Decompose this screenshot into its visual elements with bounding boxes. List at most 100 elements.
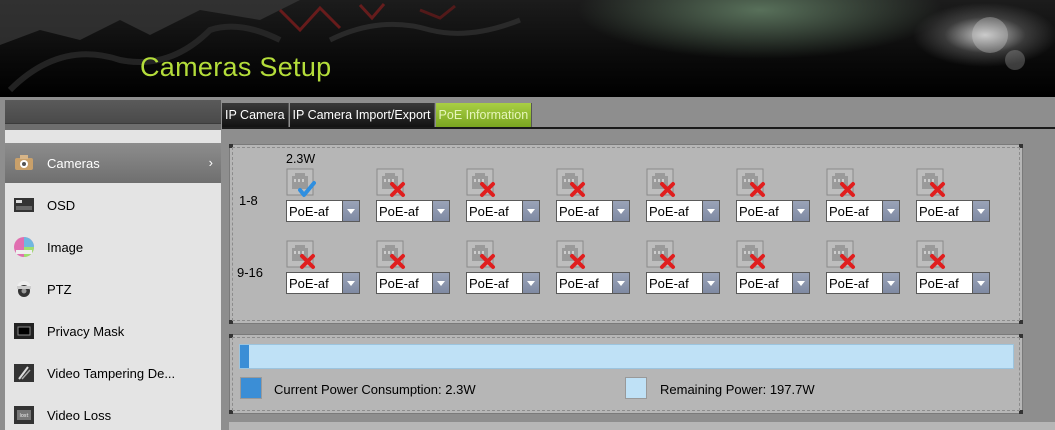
poe-mode-select[interactable]: PoE-af [646,272,720,294]
image-color-icon [13,236,35,258]
sidebar-item-label: Privacy Mask [47,323,125,339]
sidebar-item-osd[interactable]: OSD [5,185,221,225]
poe-mode-value: PoE-af [286,200,343,222]
chevron-down-icon[interactable] [703,272,720,294]
chevron-down-icon[interactable] [883,272,900,294]
poe-port: PoE-af [556,168,630,223]
chevron-down-icon[interactable] [973,200,990,222]
chevron-down-icon[interactable] [433,272,450,294]
port-row-label: 1-8 [239,193,258,208]
poe-mode-select[interactable]: PoE-af [826,272,900,294]
ethernet-port-disconnected-icon [646,240,676,270]
panel-corner [229,144,233,148]
sidebar-item-image[interactable]: Image [5,227,221,267]
chevron-down-icon[interactable] [883,200,900,222]
tab-ip-camera-import-export[interactable]: IP Camera Import/Export [289,103,435,127]
poe-port: PoE-af [646,168,720,223]
poe-mode-select[interactable]: PoE-af [376,200,450,222]
current-power-swatch [240,377,262,399]
poe-port: PoE-af [916,168,990,223]
poe-mode-select[interactable]: PoE-af [736,200,810,222]
poe-mode-value: PoE-af [826,200,883,222]
tab-poe-information[interactable]: PoE Information [435,103,533,127]
chevron-down-icon[interactable] [343,200,360,222]
ethernet-port-disconnected-icon [826,240,856,270]
ethernet-port-disconnected-icon [556,168,586,198]
chevron-down-icon[interactable] [523,200,540,222]
chevron-down-icon[interactable] [613,272,630,294]
poe-mode-value: PoE-af [916,200,973,222]
poe-mode-select[interactable]: PoE-af [466,200,540,222]
chevron-down-icon[interactable] [613,200,630,222]
poe-mode-value: PoE-af [466,272,523,294]
tab-ip-camera[interactable]: IP Camera [222,103,289,127]
poe-port: PoE-af [826,240,900,295]
sidebar: Cameras › OSD Image PTZ Privacy Mask Vid… [5,100,221,430]
remaining-power-swatch [625,377,647,399]
poe-mode-select[interactable]: PoE-af [556,200,630,222]
video-loss-icon: lost [13,404,35,426]
port-row-label: 9-16 [237,265,264,280]
sidebar-item-label: PTZ [47,281,72,297]
poe-mode-value: PoE-af [376,200,433,222]
ethernet-port-disconnected-icon [556,240,586,270]
panel-corner [1019,144,1023,148]
port-power-label: 2.3W [286,152,316,166]
poe-mode-select[interactable]: PoE-af [916,200,990,222]
poe-port: PoE-af [466,240,540,295]
ethernet-port-disconnected-icon [376,240,406,270]
poe-mode-select[interactable]: PoE-af [556,272,630,294]
sidebar-item-cameras[interactable]: Cameras › [5,143,221,183]
panel-corner [1019,320,1023,324]
poe-port: PoE-af [286,240,360,295]
chevron-down-icon[interactable] [703,200,720,222]
panel-corner [229,320,233,324]
chevron-down-icon[interactable] [973,272,990,294]
sidebar-item-label: Video Tampering De... [47,365,176,381]
ethernet-port-disconnected-icon [286,240,316,270]
poe-mode-select[interactable]: PoE-af [376,272,450,294]
poe-mode-value: PoE-af [736,200,793,222]
power-usage-bar [239,344,1014,369]
sidebar-menu: Cameras › OSD Image PTZ Privacy Mask Vid… [5,130,221,430]
chevron-down-icon[interactable] [343,272,360,294]
poe-mode-select[interactable]: PoE-af [646,200,720,222]
chevron-down-icon[interactable] [793,272,810,294]
poe-port: PoE-af [646,240,720,295]
poe-port: PoE-af [376,168,450,223]
sidebar-item-label: OSD [47,197,76,213]
poe-port: PoE-af [736,240,810,295]
chevron-down-icon[interactable] [523,272,540,294]
poe-mode-value: PoE-af [916,272,973,294]
chevron-down-icon[interactable] [793,200,810,222]
poe-mode-select[interactable]: PoE-af [736,272,810,294]
bottom-panel-edge [229,422,1055,430]
poe-port: PoE-af [376,240,450,295]
sidebar-item-label: Video Loss [47,407,112,423]
chevron-down-icon[interactable] [433,200,450,222]
current-power-label: Current Power Consumption: 2.3W [274,382,476,397]
ethernet-port-disconnected-icon [736,240,766,270]
poe-mode-select[interactable]: PoE-af [826,200,900,222]
poe-mode-select[interactable]: PoE-af [286,272,360,294]
poe-port: PoE-af [916,240,990,295]
poe-mode-select[interactable]: PoE-af [286,200,360,222]
svg-text:lost: lost [19,413,28,419]
sidebar-item-ptz[interactable]: PTZ [5,269,221,309]
osd-icon [13,194,35,216]
poe-mode-value: PoE-af [556,200,613,222]
poe-mode-value: PoE-af [646,200,703,222]
panel-corner [1019,334,1023,338]
poe-port: PoE-af [826,168,900,223]
poe-mode-select[interactable]: PoE-af [916,272,990,294]
ethernet-port-disconnected-icon [916,168,946,198]
sidebar-item-video-tampering[interactable]: Video Tampering De... [5,353,221,393]
panel-corner [229,334,233,338]
sidebar-header [5,100,221,124]
sidebar-item-privacy-mask[interactable]: Privacy Mask [5,311,221,351]
ethernet-port-disconnected-icon [466,168,496,198]
sidebar-item-video-loss[interactable]: lost Video Loss [5,395,221,430]
poe-mode-value: PoE-af [376,272,433,294]
poe-mode-select[interactable]: PoE-af [466,272,540,294]
page-title: Cameras Setup [140,52,332,82]
